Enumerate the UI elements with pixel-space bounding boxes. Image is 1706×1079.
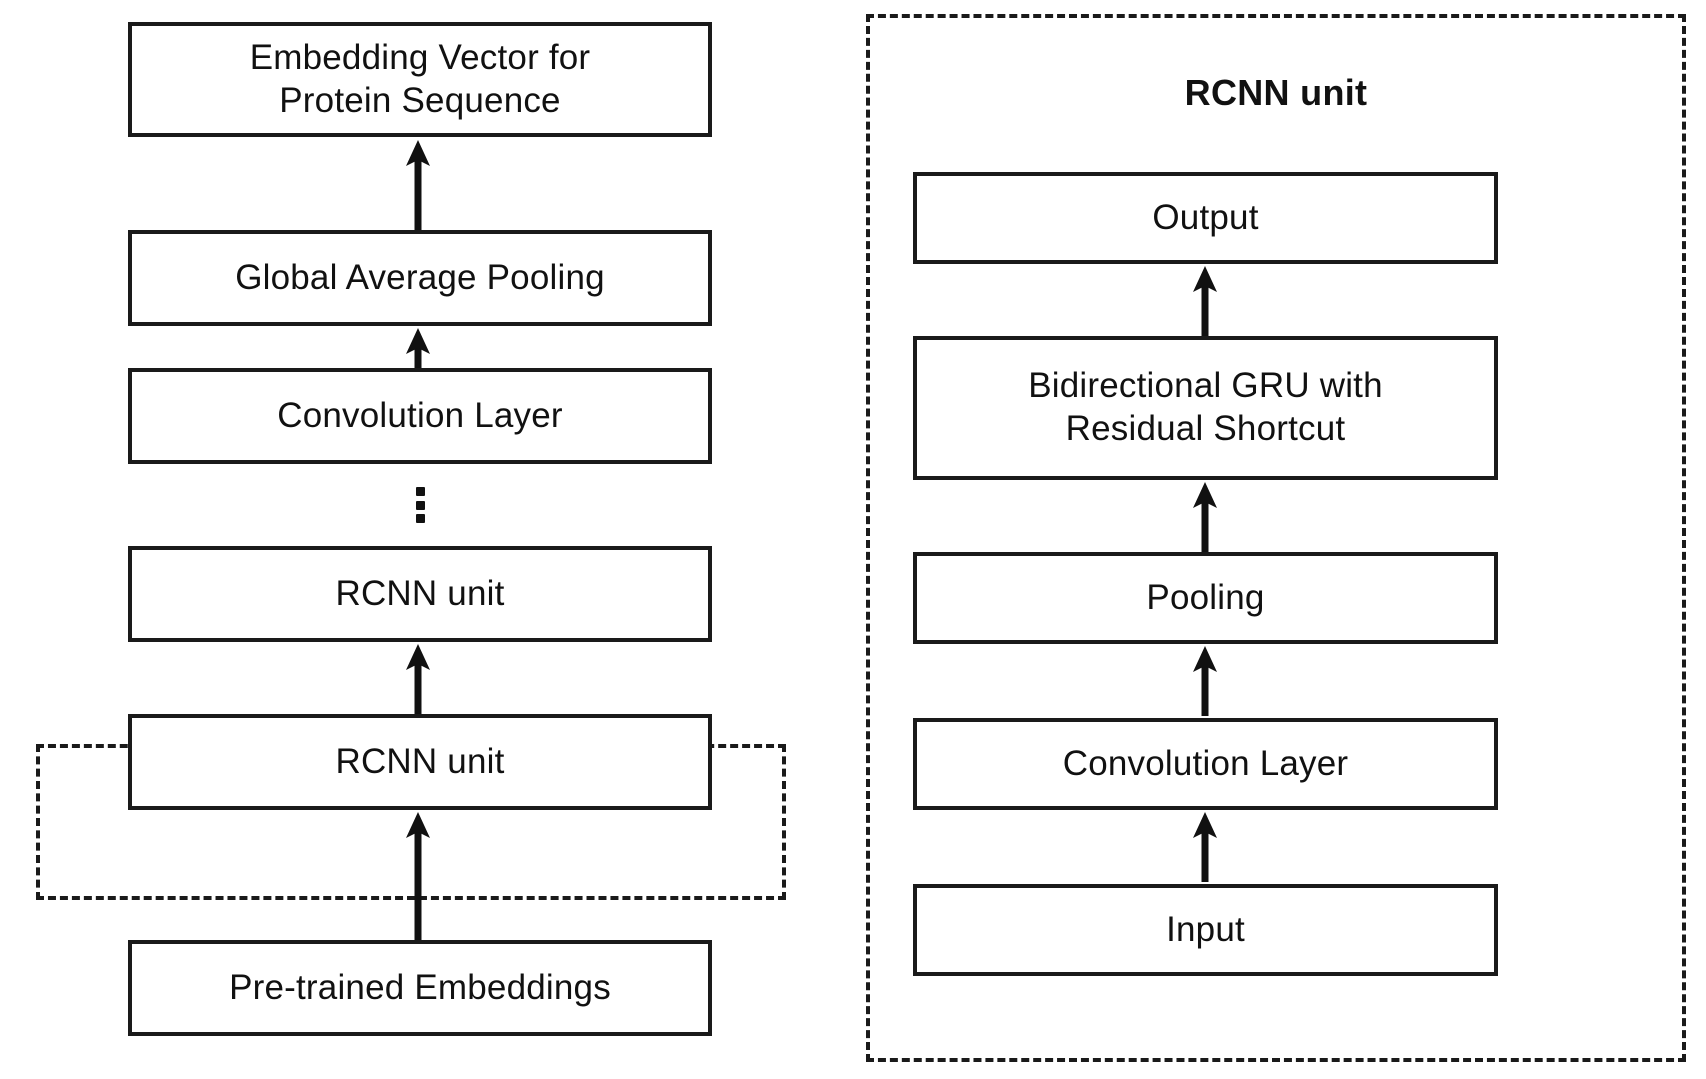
block-global-average-pooling[interactable]: Global Average Pooling bbox=[128, 230, 712, 326]
block-pooling[interactable]: Pooling bbox=[913, 552, 1498, 644]
block-embedding-vector[interactable]: Embedding Vector for Protein Sequence bbox=[128, 22, 712, 137]
arrow-embeddings-to-rcnn-lower bbox=[398, 812, 438, 949]
block-pooling-label: Pooling bbox=[1146, 577, 1265, 617]
block-convolution-layer-left-label: Convolution Layer bbox=[277, 395, 563, 435]
block-bidirectional-gru[interactable]: Bidirectional GRU with Residual Shortcut bbox=[913, 336, 1498, 480]
block-pre-trained-embeddings-label: Pre-trained Embeddings bbox=[229, 967, 611, 1007]
vertical-ellipsis-icon bbox=[415, 487, 425, 523]
block-input[interactable]: Input bbox=[913, 884, 1498, 976]
block-embedding-vector-label: Embedding Vector for Protein Sequence bbox=[249, 37, 591, 120]
block-rcnn-unit-upper[interactable]: RCNN unit bbox=[128, 546, 712, 642]
block-input-label: Input bbox=[1166, 909, 1245, 949]
block-global-average-pooling-label: Global Average Pooling bbox=[235, 257, 605, 297]
block-rcnn-unit-upper-label: RCNN unit bbox=[335, 573, 505, 613]
arrow-convolution-to-pooling bbox=[1185, 646, 1225, 721]
block-pre-trained-embeddings[interactable]: Pre-trained Embeddings bbox=[128, 940, 712, 1036]
block-output[interactable]: Output bbox=[913, 172, 1498, 264]
block-convolution-layer-left[interactable]: Convolution Layer bbox=[128, 368, 712, 464]
arrow-gru-to-output bbox=[1185, 266, 1225, 341]
block-rcnn-unit-lower[interactable]: RCNN unit bbox=[128, 714, 712, 810]
figure-canvas: Embedding Vector for Protein Sequence Gl… bbox=[0, 0, 1706, 1079]
arrow-input-to-convolution bbox=[1185, 812, 1225, 887]
block-convolution-layer-right[interactable]: Convolution Layer bbox=[913, 718, 1498, 810]
block-convolution-layer-right-label: Convolution Layer bbox=[1062, 743, 1349, 783]
block-output-label: Output bbox=[1152, 197, 1259, 237]
block-bidirectional-gru-label: Bidirectional GRU with Residual Shortcut bbox=[1028, 366, 1383, 448]
arrow-rcnn-lower-to-rcnn-upper bbox=[398, 644, 438, 725]
block-rcnn-unit-lower-label: RCNN unit bbox=[335, 741, 505, 781]
rcnn-unit-detail-title: RCNN unit bbox=[1184, 72, 1368, 113]
arrow-gap-to-embedding-vector bbox=[398, 140, 438, 237]
arrow-pooling-to-gru bbox=[1185, 482, 1225, 557]
